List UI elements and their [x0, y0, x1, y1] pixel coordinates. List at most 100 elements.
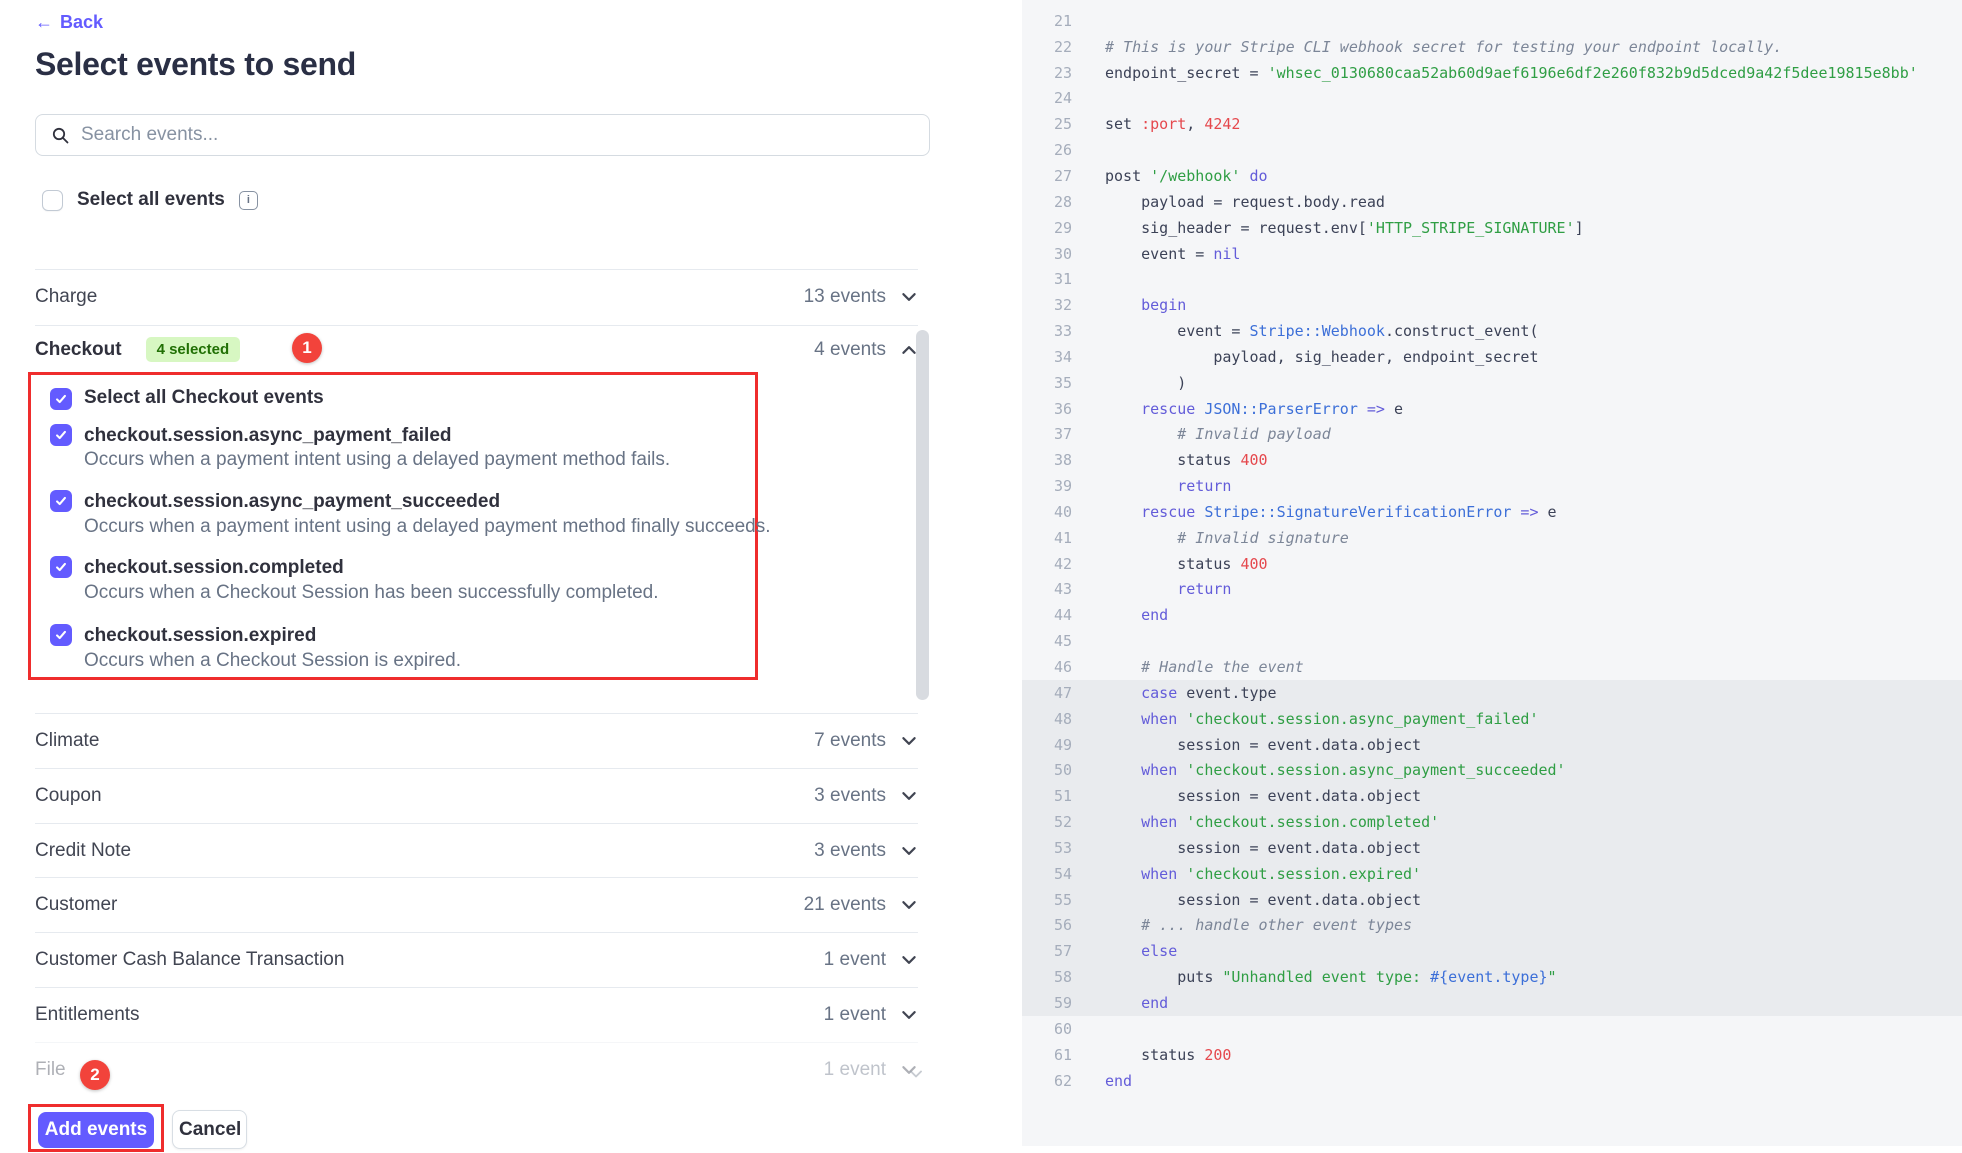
code-line: 45: [1022, 628, 1962, 654]
code-line: 31: [1022, 266, 1962, 292]
event-description: Occurs when a payment intent using a del…: [84, 449, 670, 471]
code-line: 36 rescue JSON::ParserError => e: [1022, 396, 1962, 422]
code-text: set :port, 4242: [1105, 115, 1240, 133]
line-number: 28: [1022, 193, 1072, 211]
category-count: 3 events: [814, 840, 886, 862]
category-label: File: [35, 1059, 66, 1081]
info-icon[interactable]: i: [239, 191, 258, 210]
category-count: 3 events: [814, 785, 886, 807]
event-name[interactable]: checkout.session.async_payment_succeeded: [84, 491, 500, 513]
line-number: 26: [1022, 141, 1072, 159]
code-text: when 'checkout.session.async_payment_fai…: [1105, 710, 1538, 728]
code-line: 41 # Invalid signature: [1022, 525, 1962, 551]
category-row-customer[interactable]: Customer 21 events: [35, 877, 918, 932]
checkbox-event-2[interactable]: [50, 490, 72, 512]
category-label: Coupon: [35, 785, 102, 807]
code-line: 44 end: [1022, 602, 1962, 628]
line-number: 55: [1022, 891, 1072, 909]
code-line: 23endpoint_secret = 'whsec_0130680caa52a…: [1022, 60, 1962, 86]
category-label: Customer Cash Balance Transaction: [35, 949, 344, 971]
cancel-button[interactable]: Cancel: [172, 1110, 247, 1149]
code-text: end: [1105, 994, 1168, 1012]
code-text: ): [1105, 374, 1186, 392]
line-number: 36: [1022, 400, 1072, 418]
chevron-down-icon[interactable]: [900, 1006, 918, 1024]
checkbox-event-3[interactable]: [50, 556, 72, 578]
checkbox-event-1[interactable]: [50, 424, 72, 446]
checkbox-select-all-checkout[interactable]: [50, 388, 72, 410]
category-row-credit-note[interactable]: Credit Note 3 events: [35, 823, 918, 878]
code-line: 39 return: [1022, 473, 1962, 499]
chevron-down-icon[interactable]: [900, 288, 918, 306]
checkbox-event-4[interactable]: [50, 624, 72, 646]
event-name[interactable]: checkout.session.async_payment_failed: [84, 425, 452, 447]
code-text: # Invalid payload: [1105, 425, 1331, 443]
line-number: 39: [1022, 477, 1072, 495]
event-name[interactable]: checkout.session.completed: [84, 557, 344, 579]
code-line: 60: [1022, 1016, 1962, 1042]
chevron-down-icon[interactable]: [900, 896, 918, 914]
line-number: 21: [1022, 12, 1072, 30]
search-input[interactable]: [79, 123, 929, 147]
category-row-checkout[interactable]: Checkout 4 selected 4 events: [35, 325, 918, 373]
category-row-file[interactable]: File 1 event: [35, 1042, 918, 1097]
chevron-down-icon[interactable]: [900, 732, 918, 750]
check-icon: [54, 628, 68, 642]
code-text: when 'checkout.session.completed': [1105, 813, 1439, 831]
category-label: Customer: [35, 894, 117, 916]
code-text: when 'checkout.session.async_payment_suc…: [1105, 761, 1566, 779]
line-number: 59: [1022, 994, 1072, 1012]
category-row-climate[interactable]: Climate 7 events: [35, 713, 918, 768]
code-text: payload = request.body.read: [1105, 193, 1385, 211]
annotation-step-1: 1: [292, 333, 322, 363]
code-line: 40 rescue Stripe::SignatureVerificationE…: [1022, 499, 1962, 525]
code-line: 35 ): [1022, 370, 1962, 396]
category-row-entitlements[interactable]: Entitlements 1 event: [35, 987, 918, 1042]
event-name[interactable]: checkout.session.expired: [84, 625, 316, 647]
line-number: 35: [1022, 374, 1072, 392]
code-line: 29 sig_header = request.env['HTTP_STRIPE…: [1022, 215, 1962, 241]
line-number: 38: [1022, 451, 1072, 469]
select-all-checkbox[interactable]: [42, 190, 63, 211]
code-line: 46 # Handle the event: [1022, 654, 1962, 680]
category-row-charge[interactable]: Charge 13 events: [35, 269, 918, 324]
select-all-label: Select all events: [77, 189, 225, 211]
scrollbar-thumb[interactable]: [916, 330, 929, 700]
line-number: 58: [1022, 968, 1072, 986]
code-line: 42 status 400: [1022, 551, 1962, 577]
line-number: 33: [1022, 322, 1072, 340]
code-line: 52 when 'checkout.session.completed': [1022, 809, 1962, 835]
event-description: Occurs when a Checkout Session has been …: [84, 582, 659, 604]
check-icon: [54, 428, 68, 442]
chevron-down-icon[interactable]: [900, 787, 918, 805]
code-line: 56 # ... handle other event types: [1022, 913, 1962, 939]
code-line: 26: [1022, 137, 1962, 163]
code-text: puts "Unhandled event type: #{event.type…: [1105, 968, 1557, 986]
code-line: 53 session = event.data.object: [1022, 835, 1962, 861]
code-line: 61 status 200: [1022, 1042, 1962, 1068]
line-number: 40: [1022, 503, 1072, 521]
category-count: 4 events: [814, 339, 886, 361]
line-number: 45: [1022, 632, 1072, 650]
code-text: begin: [1105, 296, 1186, 314]
line-number: 54: [1022, 865, 1072, 883]
add-events-button[interactable]: Add events: [38, 1112, 154, 1148]
category-row-customer-cash-balance-transaction[interactable]: Customer Cash Balance Transaction 1 even…: [35, 932, 918, 987]
line-number: 41: [1022, 529, 1072, 547]
code-line: 59 end: [1022, 990, 1962, 1016]
code-text: sig_header = request.env['HTTP_STRIPE_SI…: [1105, 219, 1584, 237]
back-link[interactable]: ← Back: [35, 12, 103, 33]
line-number: 47: [1022, 684, 1072, 702]
chevron-down-icon[interactable]: [900, 951, 918, 969]
scroll-down-chevron-icon[interactable]: [908, 1066, 924, 1087]
category-row-coupon[interactable]: Coupon 3 events: [35, 768, 918, 823]
annotation-step-2: 2: [80, 1060, 110, 1090]
code-line: 55 session = event.data.object: [1022, 887, 1962, 913]
line-number: 50: [1022, 761, 1072, 779]
search-icon: [52, 127, 69, 144]
select-all-checkout-label[interactable]: Select all Checkout events: [84, 387, 324, 409]
search-box[interactable]: [35, 114, 930, 156]
chevron-down-icon[interactable]: [900, 842, 918, 860]
select-all-events-row[interactable]: Select all events i: [42, 189, 258, 211]
code-line: 62end: [1022, 1068, 1962, 1094]
